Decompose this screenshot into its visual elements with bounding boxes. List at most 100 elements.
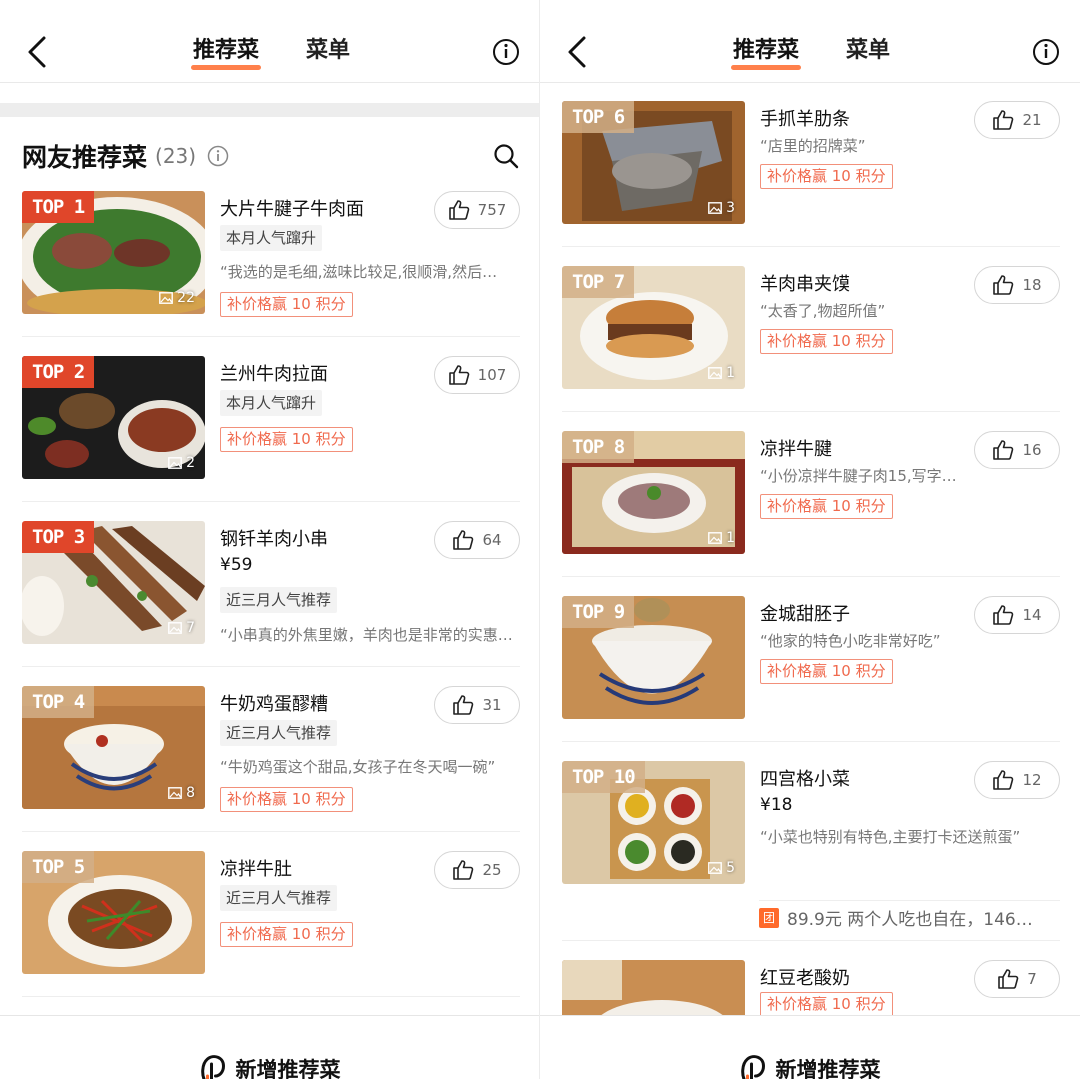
section-count: (23) [155, 144, 197, 168]
thumbs-up-icon [453, 530, 474, 550]
dish-name[interactable]: 凉拌牛肚 [220, 855, 292, 881]
dish-photo[interactable]: TOP 7 1 [562, 266, 745, 389]
like-button[interactable]: 64 [434, 521, 520, 559]
row-divider [22, 336, 520, 337]
dish-photo[interactable]: TOP 3 7 [22, 521, 205, 644]
like-count: 7 [1027, 970, 1037, 988]
thumbs-up-icon [453, 860, 474, 880]
right-screen: 推荐菜 菜单 TOP 6 3 手抓羊肋条 “店里的招牌菜” 补价格赢 10 积分… [540, 0, 1080, 1079]
group-deal-row[interactable]: 团 89.9元 两个人吃也自在，146… [759, 900, 1060, 934]
search-icon[interactable] [492, 142, 520, 170]
photo-icon [168, 457, 182, 469]
list-item[interactable]: TOP 8 1 凉拌牛腱 “小份凉拌牛腱子肉15,写字… 补价格赢 10 积分 … [562, 431, 1060, 581]
dish-photo[interactable]: TOP 5 [22, 851, 205, 974]
dish-name[interactable]: 凉拌牛腱 [760, 435, 832, 461]
dish-name[interactable]: 钢钎羊肉小串 [220, 525, 328, 551]
dish-name[interactable]: 大片牛腱子牛肉面 [220, 195, 364, 221]
list-item[interactable]: TOP 4 8 牛奶鸡蛋醪糟 近三月人气推荐 “牛奶鸡蛋这个甜品,女孩子在冬天喝… [22, 686, 520, 836]
dish-name[interactable]: 红豆老酸奶 [760, 964, 850, 990]
rank-badge: TOP 2 [22, 356, 95, 388]
tab-recommend[interactable]: 推荐菜 [190, 36, 262, 70]
like-count: 107 [477, 366, 507, 384]
row-divider [22, 831, 520, 832]
points-badge[interactable]: 补价格赢 10 积分 [220, 292, 353, 317]
photo-count: 5 [708, 860, 735, 876]
points-badge[interactable]: 补价格赢 10 积分 [220, 787, 353, 812]
points-badge[interactable]: 补价格赢 10 积分 [760, 659, 893, 684]
info-icon[interactable] [1032, 38, 1060, 66]
left-screen: 推荐菜 菜单 网友推荐菜 (23) TOP 1 22 大片牛腱子牛肉面 本月人气… [0, 0, 540, 1079]
list-item[interactable]: TOP 10 5 四宫格小菜 ¥18 “小菜也特别有特色,主要打卡还送煎蛋” 1… [562, 761, 1060, 911]
rank-badge: TOP 6 [562, 101, 635, 133]
like-button[interactable]: 107 [434, 356, 520, 394]
photo-count: 7 [168, 620, 195, 636]
points-badge[interactable]: 补价格赢 10 积分 [760, 329, 893, 354]
dish-name[interactable]: 四宫格小菜 [760, 765, 850, 791]
dish-photo[interactable]: TOP 4 8 [22, 686, 205, 809]
like-button[interactable]: 16 [974, 431, 1060, 469]
like-button[interactable]: 21 [974, 101, 1060, 139]
section-title: 网友推荐菜 [22, 143, 148, 172]
photo-icon [168, 622, 182, 634]
list-item[interactable]: 红豆老酸奶 补价格赢 10 积分 7 [562, 960, 1060, 1015]
points-badge[interactable]: 补价格赢 10 积分 [220, 427, 353, 452]
add-recommend-button[interactable]: 新增推荐菜 [200, 1054, 341, 1079]
like-button[interactable]: 18 [974, 266, 1060, 304]
like-button[interactable]: 14 [974, 596, 1060, 634]
popularity-tag: 近三月人气推荐 [220, 720, 338, 746]
dish-name[interactable]: 兰州牛肉拉面 [220, 360, 328, 386]
like-button[interactable]: 757 [434, 191, 520, 229]
thumbs-up-icon [993, 770, 1014, 790]
rank-badge: TOP 5 [22, 851, 95, 883]
like-button[interactable]: 12 [974, 761, 1060, 799]
like-button[interactable]: 7 [974, 960, 1060, 998]
list-item[interactable]: TOP 7 1 羊肉串夹馍 “太香了,物超所值” 补价格赢 10 积分 18 [562, 266, 1060, 416]
info-icon[interactable] [207, 145, 229, 167]
row-divider [22, 666, 520, 667]
dish-photo[interactable]: TOP 2 2 [22, 356, 205, 479]
bottom-bar: 新增推荐菜 [540, 1015, 1080, 1079]
photo-icon [168, 787, 182, 799]
dish-photo[interactable]: TOP 8 1 [562, 431, 745, 554]
list-item[interactable]: TOP 6 3 手抓羊肋条 “店里的招牌菜” 补价格赢 10 积分 21 [562, 101, 1060, 251]
rank-badge: TOP 8 [562, 431, 635, 463]
points-badge[interactable]: 补价格赢 10 积分 [760, 494, 893, 519]
add-dish-icon [201, 1055, 226, 1079]
back-arrow-icon[interactable] [562, 32, 596, 72]
popularity-tag: 近三月人气推荐 [220, 885, 338, 911]
list-item[interactable]: TOP 3 7 钢钎羊肉小串 ¥59 近三月人气推荐 “小串真的外焦里嫩，羊肉也… [22, 521, 520, 671]
info-icon[interactable] [492, 38, 520, 66]
tab-menu[interactable]: 菜单 [306, 36, 350, 66]
dish-photo[interactable]: TOP 9 [562, 596, 745, 719]
dish-name[interactable]: 牛奶鸡蛋醪糟 [220, 690, 328, 716]
list-item[interactable]: TOP 1 22 大片牛腱子牛肉面 本月人气蹿升 “我选的是毛细,滋味比较足,很… [22, 191, 520, 341]
like-count: 12 [1022, 771, 1042, 789]
dish-photo[interactable] [562, 960, 745, 1015]
popularity-tag: 本月人气蹿升 [220, 390, 323, 416]
thumbs-up-icon [448, 200, 469, 220]
points-badge[interactable]: 补价格赢 10 积分 [220, 922, 353, 947]
list-item[interactable]: TOP 2 2 兰州牛肉拉面 本月人气蹿升 补价格赢 10 积分 107 [22, 356, 520, 506]
points-badge[interactable]: 补价格赢 10 积分 [760, 164, 893, 189]
row-divider [562, 940, 1060, 941]
dish-photo[interactable]: TOP 1 22 [22, 191, 205, 314]
dish-photo[interactable]: TOP 6 3 [562, 101, 745, 224]
dish-photo[interactable]: TOP 10 5 [562, 761, 745, 884]
tab-recommend[interactable]: 推荐菜 [730, 36, 802, 70]
photo-icon [708, 202, 722, 214]
like-button[interactable]: 31 [434, 686, 520, 724]
back-arrow-icon[interactable] [22, 32, 56, 72]
list-item[interactable]: TOP 9 金城甜胚子 “他家的特色小吃非常好吃” 补价格赢 10 积分 14 [562, 596, 1060, 746]
dish-name[interactable]: 羊肉串夹馍 [760, 270, 850, 296]
like-button[interactable]: 25 [434, 851, 520, 889]
tab-menu[interactable]: 菜单 [846, 36, 890, 66]
dish-name[interactable]: 手抓羊肋条 [760, 105, 850, 131]
points-badge[interactable]: 补价格赢 10 积分 [760, 992, 893, 1015]
review-quote: “牛奶鸡蛋这个甜品,女孩子在冬天喝一碗” [220, 758, 496, 776]
row-divider [22, 501, 520, 502]
row-divider [562, 246, 1060, 247]
photo-count: 22 [159, 290, 195, 306]
list-item[interactable]: TOP 5 凉拌牛肚 近三月人气推荐 补价格赢 10 积分 25 [22, 851, 520, 1001]
add-recommend-button[interactable]: 新增推荐菜 [740, 1054, 881, 1079]
dish-name[interactable]: 金城甜胚子 [760, 600, 850, 626]
